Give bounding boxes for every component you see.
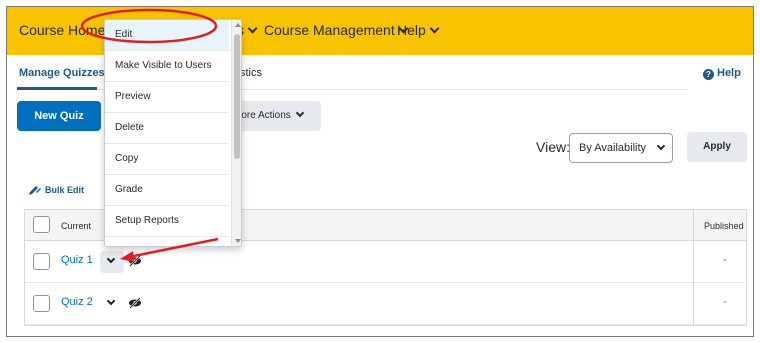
eye-slash-icon bbox=[129, 255, 141, 267]
browser-frame: Course Home s Course Management Help Man… bbox=[6, 6, 754, 337]
new-quiz-button[interactable]: New Quiz bbox=[17, 101, 101, 131]
eye-slash-icon bbox=[129, 297, 141, 309]
help-circle-icon: ? bbox=[703, 69, 714, 80]
chevron-down-icon bbox=[106, 254, 116, 264]
nav-help-label: Help bbox=[397, 22, 426, 38]
scroll-up-arrow-icon[interactable] bbox=[235, 23, 241, 27]
tab-manage-quizzes[interactable]: Manage Quizzes bbox=[19, 67, 105, 79]
header-published[interactable]: Published bbox=[704, 221, 744, 231]
menu-item-edit[interactable]: Edit bbox=[105, 20, 229, 51]
chevron-down-icon bbox=[429, 23, 440, 34]
table-row: Quiz 1 - bbox=[25, 241, 746, 283]
quiz-link[interactable]: Quiz 1 bbox=[61, 254, 93, 266]
menu-item-setup-reports[interactable]: Setup Reports bbox=[105, 206, 229, 237]
chevron-down-icon bbox=[106, 296, 116, 306]
menu-item-preview[interactable]: Preview bbox=[105, 82, 229, 113]
tab-statistics[interactable]: stics bbox=[240, 67, 262, 79]
chevron-down-icon bbox=[247, 23, 258, 34]
scroll-down-arrow-icon[interactable] bbox=[235, 239, 241, 243]
menu-item-delete[interactable]: Delete bbox=[105, 113, 229, 144]
menu-item-copy[interactable]: Copy bbox=[105, 144, 229, 175]
published-value: - bbox=[723, 254, 727, 266]
chevron-down-icon bbox=[656, 141, 666, 151]
nav-course-management-label: Course Management bbox=[264, 22, 395, 38]
help-link-label: Help bbox=[717, 67, 741, 79]
published-value: - bbox=[723, 296, 727, 308]
active-tab-indicator bbox=[17, 87, 97, 90]
quiz-actions-button[interactable] bbox=[100, 293, 124, 315]
view-select[interactable]: By Availability bbox=[569, 133, 673, 163]
table-row: Quiz 2 - bbox=[25, 283, 746, 325]
select-all-checkbox[interactable] bbox=[33, 216, 50, 233]
nav-help[interactable]: Help bbox=[397, 22, 440, 38]
menu-scrollbar[interactable] bbox=[231, 20, 241, 246]
chevron-down-icon bbox=[295, 108, 305, 118]
bulk-edit-button[interactable]: Bulk Edit bbox=[27, 184, 84, 196]
scroll-thumb[interactable] bbox=[234, 34, 240, 159]
quiz-link[interactable]: Quiz 2 bbox=[61, 296, 93, 308]
nav-course-management[interactable]: Course Management bbox=[264, 22, 409, 38]
view-select-value: By Availability bbox=[579, 142, 647, 154]
row-checkbox[interactable] bbox=[33, 253, 50, 270]
help-link[interactable]: ? Help bbox=[703, 67, 741, 80]
header-current: Current bbox=[61, 221, 92, 231]
column-divider bbox=[693, 210, 694, 325]
apply-button[interactable]: Apply bbox=[687, 132, 747, 162]
bulk-edit-label: Bulk Edit bbox=[45, 185, 85, 195]
menu-item-make-visible[interactable]: Make Visible to Users bbox=[105, 51, 229, 82]
menu-item-grade[interactable]: Grade bbox=[105, 175, 229, 206]
nav-course-home[interactable]: Course Home bbox=[19, 22, 105, 38]
quiz-actions-button[interactable] bbox=[100, 251, 124, 273]
quiz-context-menu: Edit Make Visible to Users Preview Delet… bbox=[104, 19, 242, 247]
row-checkbox[interactable] bbox=[33, 295, 50, 312]
pencil-icon bbox=[29, 186, 41, 195]
view-label: View: bbox=[536, 139, 570, 155]
